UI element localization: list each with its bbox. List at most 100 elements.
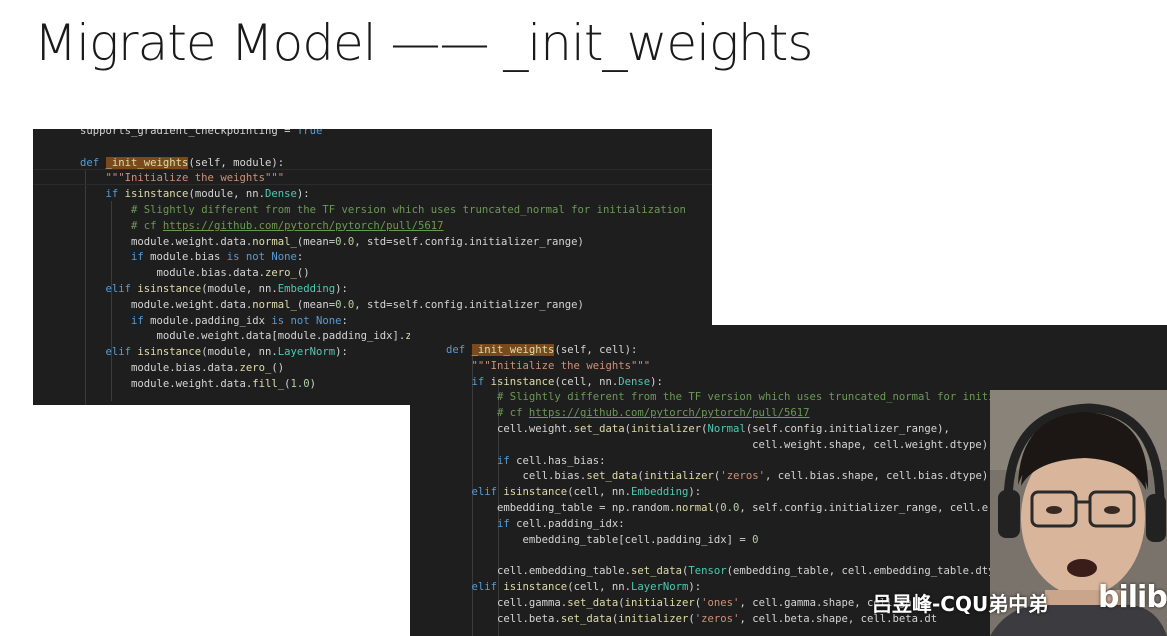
code-token: """Initialize the weights""" — [446, 359, 651, 372]
code-line: if isinstance(module, nn.Dense): — [80, 186, 310, 202]
code-token: if — [497, 517, 517, 530]
code-line: """Initialize the weights""" — [446, 358, 651, 374]
code-token: () — [296, 267, 310, 280]
code-token: if — [105, 188, 125, 201]
code-line: cell.bias.set_data(initializer('zeros', … — [446, 468, 995, 484]
code-token: (module, nn. — [201, 283, 278, 295]
code-token: (module, nn. — [188, 188, 265, 201]
code-token: module.padding_idx — [150, 314, 272, 327]
code-token: zero_ — [264, 267, 297, 280]
code-token: isinstance — [124, 188, 189, 201]
code-token: LayerNorm — [277, 346, 336, 359]
code-token: set_data — [630, 565, 682, 578]
code-token: ): — [335, 346, 348, 359]
code-token: if — [471, 375, 491, 388]
code-token: 0.0 — [335, 298, 355, 311]
code-line: if cell.padding_idx: — [446, 516, 625, 532]
code-token: isinstance — [137, 283, 202, 295]
code-line: elif isinstance(module, nn.Embedding): — [80, 281, 348, 297]
code-token: 0.0 — [335, 235, 355, 248]
code-line: module.weight.data.normal_(mean=0.0, std… — [80, 297, 584, 313]
code-token: isinstance — [490, 375, 555, 388]
code-token: module.weight.data. — [80, 298, 253, 311]
code-line: supports_gradient_checkpointing = True — [80, 129, 322, 139]
code-line: module.bias.data.zero_() — [80, 360, 284, 376]
code-token: zero_ — [239, 362, 272, 374]
code-token: , std=self.config.initializer_range) — [354, 235, 584, 248]
code-token: _init_weights — [471, 344, 555, 356]
code-token: ): — [650, 375, 663, 388]
code-token: elif — [105, 346, 138, 359]
code-token: embedding_table[cell.padding_idx] = — [446, 533, 753, 546]
code-line: def _init_weights(self, cell): — [446, 342, 637, 358]
code-token: (self, module): — [188, 156, 285, 169]
code-line: """Initialize the weights""" — [80, 170, 285, 186]
code-token: , self.config.initializer_range, cell.e — [739, 502, 989, 514]
code-token: 1.0 — [290, 377, 310, 390]
code-line: elif isinstance(module, nn.LayerNorm): — [80, 344, 348, 360]
code-token: """Initialize the weights""" — [80, 172, 285, 185]
code-token: Dense — [618, 375, 651, 388]
code-token: cell.weight.shape, cell.weight.dtype)) — [446, 438, 995, 451]
code-token: isinstance — [503, 581, 568, 593]
code-token: (self, cell): — [554, 344, 638, 356]
code-line: if module.padding_idx is not None: — [80, 313, 348, 329]
code-token: if — [131, 314, 151, 327]
code-token: (mean= — [296, 298, 336, 311]
code-line: cell.gamma.set_data(initializer('ones', … — [446, 595, 912, 611]
code-line: module.weight.data.normal_(mean=0.0, std… — [80, 234, 584, 250]
code-line: # Slightly different from the TF version… — [446, 389, 1052, 405]
code-token: if — [497, 454, 517, 467]
code-token: https://github.com/pytorch/pytorch/pull/… — [528, 407, 810, 420]
code-token: # cf — [497, 407, 529, 420]
code-line: cell.weight.shape, cell.weight.dtype)) — [446, 437, 995, 453]
code-line: module.weight.data[module.padding_idx].z — [80, 328, 412, 344]
code-token: , std=self.config.initializer_range) — [354, 298, 584, 311]
code-token: (cell, nn. — [567, 581, 631, 593]
code-token: cell.padding_idx: — [516, 517, 625, 530]
code-token: LayerNorm — [630, 581, 689, 593]
code-token: (cell, nn. — [554, 375, 619, 388]
code-token: 'ones' — [701, 596, 740, 609]
code-line: # Slightly different from the TF version… — [80, 202, 686, 218]
code-token: 0 — [752, 533, 759, 546]
bilibili-logo: bilib — [1098, 580, 1167, 615]
code-token: 'zeros' — [694, 612, 740, 625]
code-token: supports_gradient_checkpointing = — [80, 129, 297, 137]
code-token: , cell.bias.shape, cell.bias.dtype)) — [764, 470, 995, 483]
code-token: (embedding_table, cell.embedding_table.d… — [726, 565, 995, 578]
code-token: module.bias — [150, 251, 227, 264]
code-token: elif — [105, 283, 138, 295]
slide-title: Migrate Model —— _init_weights — [34, 14, 813, 72]
code-line: cell.weight.set_data(initializer(Normal(… — [446, 421, 950, 437]
code-token: set_data — [560, 612, 612, 625]
code-token: cell.gamma. — [446, 596, 568, 609]
code-token: set_data — [567, 596, 619, 609]
code-token: Embedding — [630, 486, 689, 499]
code-line: # cf https://github.com/pytorch/pytorch/… — [80, 218, 444, 234]
code-token: def — [446, 344, 472, 356]
code-token: if — [131, 251, 151, 264]
code-token: module.weight.data. — [80, 235, 253, 248]
code-token: cell.weight. — [446, 423, 574, 435]
code-line: embedding_table[cell.padding_idx] = 0 — [446, 532, 759, 548]
code-token: is not None — [226, 251, 297, 264]
code-token: def — [80, 156, 106, 169]
code-token: # Slightly different from the TF version… — [131, 204, 686, 216]
code-token: fill_ — [252, 377, 285, 390]
code-token: Embedding — [277, 283, 336, 295]
code-token: : — [341, 314, 348, 327]
code-token: True — [296, 129, 323, 137]
code-token: initializer — [630, 423, 702, 435]
